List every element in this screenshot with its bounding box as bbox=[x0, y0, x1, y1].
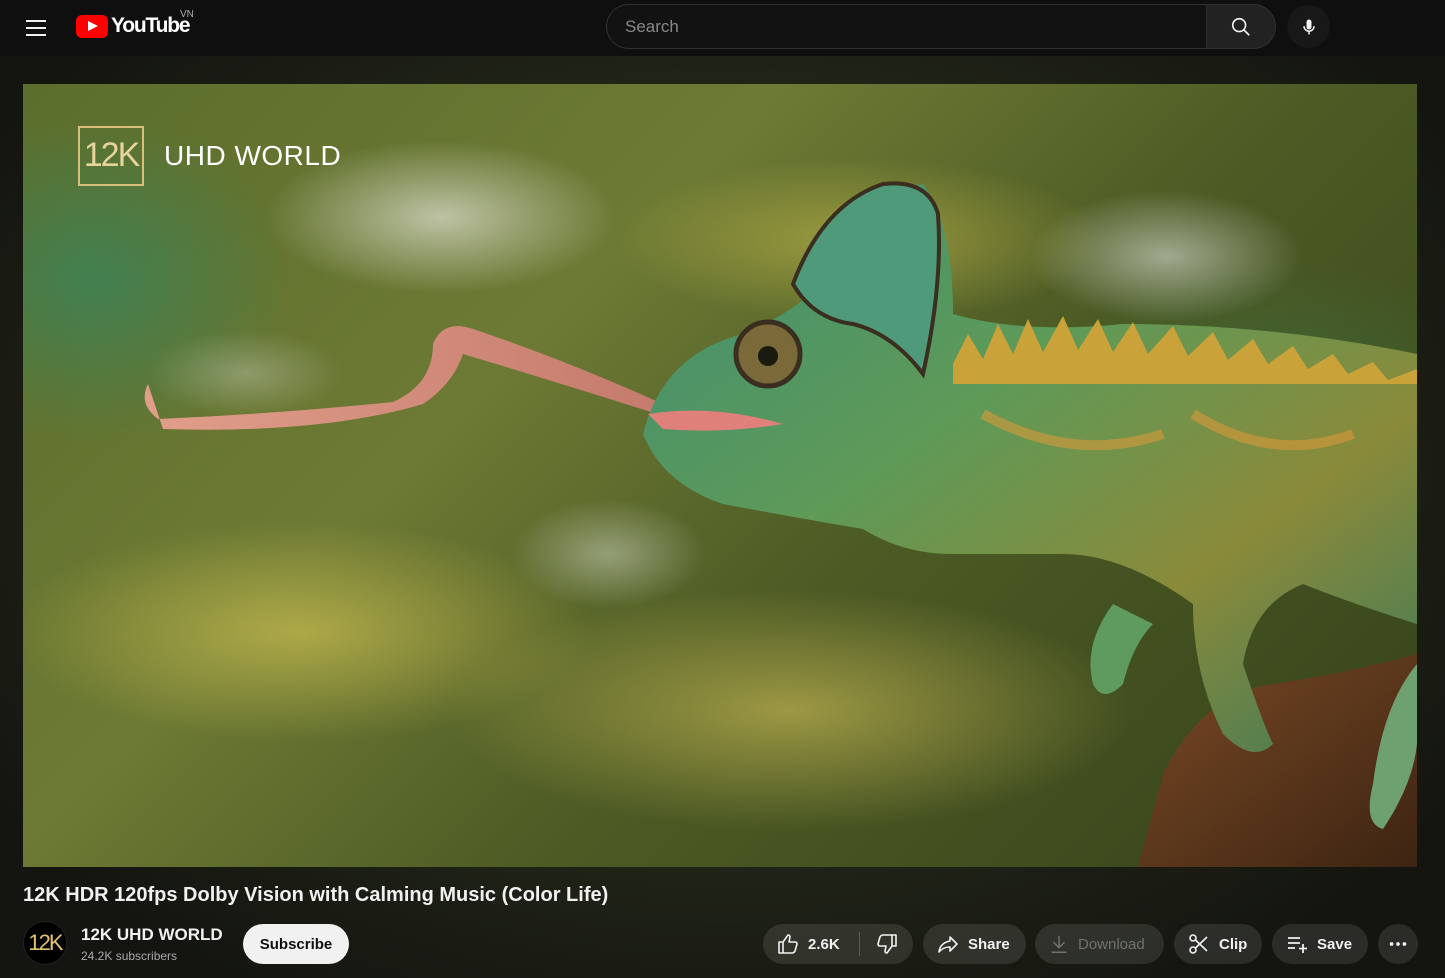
more-horizontal-icon bbox=[1389, 942, 1407, 946]
country-code: VN bbox=[180, 9, 194, 20]
channel-avatar[interactable]: 12K bbox=[23, 921, 67, 965]
video-title: 12K HDR 120fps Dolby Vision with Calming… bbox=[23, 884, 609, 906]
logo-text: YouTube bbox=[111, 14, 191, 37]
thumbs-up-icon bbox=[778, 934, 798, 954]
channel-name[interactable]: 12K UHD WORLD bbox=[81, 925, 223, 945]
clip-label: Clip bbox=[1219, 935, 1248, 953]
more-actions-button[interactable] bbox=[1378, 924, 1418, 964]
clip-button[interactable]: Clip bbox=[1174, 924, 1262, 964]
download-button[interactable]: Download bbox=[1035, 924, 1164, 964]
like-button[interactable]: 2.6K bbox=[763, 924, 859, 964]
save-label: Save bbox=[1317, 935, 1353, 953]
menu-icon[interactable] bbox=[20, 12, 52, 44]
channel-watermark[interactable]: 12K UHD WORLD bbox=[78, 126, 341, 186]
avatar-text: 12K bbox=[28, 930, 63, 955]
watermark-label: UHD WORLD bbox=[164, 140, 342, 171]
save-button[interactable]: Save bbox=[1272, 924, 1368, 964]
search-icon bbox=[1231, 17, 1250, 36]
masthead: YouTube VN bbox=[0, 0, 1445, 56]
share-icon bbox=[938, 936, 958, 953]
thumbs-down-icon bbox=[876, 934, 897, 954]
microphone-icon bbox=[1302, 19, 1315, 34]
subscribe-button[interactable]: Subscribe bbox=[243, 924, 349, 964]
youtube-logo[interactable]: YouTube VN bbox=[76, 9, 194, 38]
download-icon bbox=[1051, 935, 1067, 953]
like-dislike-group: 2.6K bbox=[763, 924, 913, 964]
watermark-badge: 12K bbox=[83, 136, 141, 174]
owner-row: 12K 12K UHD WORLD 24.2K subscribers Subs… bbox=[23, 920, 1423, 968]
video-player[interactable]: 12K UHD WORLD bbox=[23, 84, 1417, 867]
voice-search-button[interactable] bbox=[1287, 5, 1330, 48]
share-button[interactable]: Share bbox=[923, 924, 1026, 964]
watermark-logo: 12K bbox=[78, 126, 144, 186]
search-button[interactable] bbox=[1206, 4, 1276, 49]
share-label: Share bbox=[968, 935, 1010, 953]
video-frame-chameleon bbox=[144, 181, 1417, 867]
dislike-button[interactable] bbox=[860, 924, 913, 964]
search-input[interactable] bbox=[625, 16, 1206, 37]
like-count: 2.6K bbox=[808, 935, 840, 953]
scissors-icon bbox=[1189, 934, 1208, 954]
playlist-add-icon bbox=[1288, 937, 1307, 953]
subscriber-count: 24.2K subscribers bbox=[81, 949, 178, 963]
search-box bbox=[606, 4, 1206, 49]
download-label: Download bbox=[1078, 935, 1145, 953]
youtube-play-icon bbox=[76, 14, 108, 38]
